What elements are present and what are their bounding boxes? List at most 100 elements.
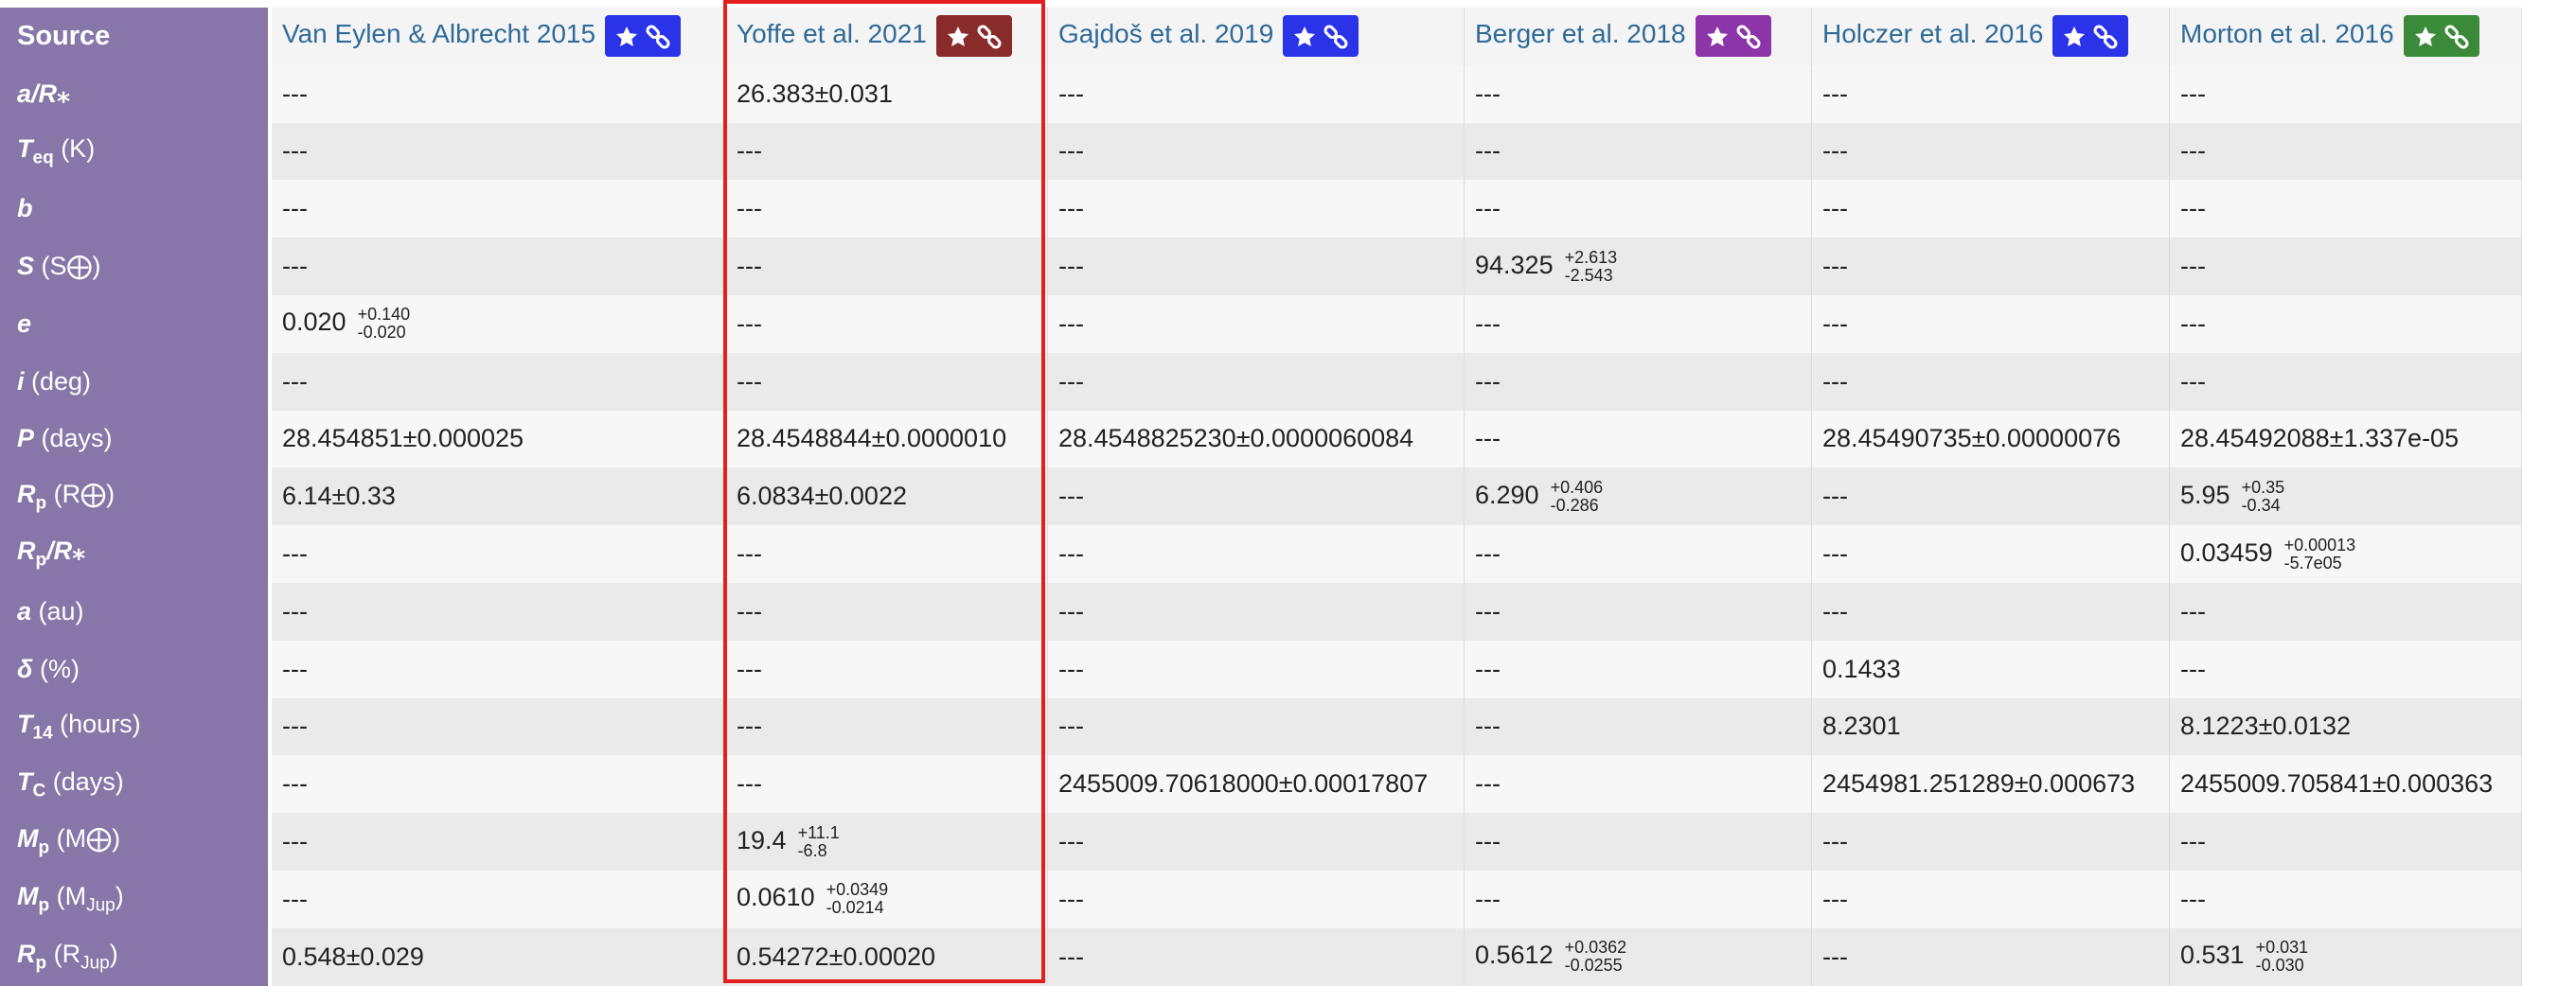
table-row: S (S⨁) --- --- --- 94.325 +2.613 -2.543 --- --- [0,238,2522,295]
parameter-symbol: δ [17,654,33,683]
parameter-unit: (hours) [52,709,141,738]
value-cell: --- [726,755,1048,814]
value: --- [282,827,308,856]
reference-badge[interactable] [2052,15,2129,58]
value-cell: --- [1048,180,1465,238]
value-cell: 0.531 +0.031 -0.030 [2170,927,2522,986]
value: 94.325 [1475,250,1554,279]
value: --- [737,596,762,625]
parameter-symbol: T [17,709,33,738]
value: --- [1475,308,1501,338]
table-row: Rp/R⁎ --- --- --- --- --- 0.03459 +0.00013 -5.7e… [0,525,2522,583]
value: --- [1475,827,1501,856]
parameter-comparison-panel: Source Van Eylen & Albrecht 2015 Yoffe et… [0,0,2576,986]
link-icon [1323,20,1349,51]
value-cell: --- [2170,352,2522,411]
value-cell: --- [1812,467,2170,526]
value: --- [1822,827,1848,856]
value-cell: --- [272,64,726,123]
value: 5.95 [2180,480,2230,509]
value: --- [1475,884,1501,913]
source-link[interactable]: Yoffe et al. 2021 [737,20,927,49]
value: 2455009.70618000±0.00017807 [1058,769,1429,799]
value-cell: --- [1048,525,1465,583]
link-icon [976,20,1003,51]
value: 6.14±0.33 [282,482,396,511]
source-link[interactable]: Morton et al. 2016 [2180,20,2394,49]
value-cell: 2455009.70618000±0.00017807 [1048,755,1465,814]
value-cell: --- [1048,640,1465,698]
source-link[interactable]: Holczer et al. 2016 [1822,20,2043,49]
table-row: Mp (MJup) --- 0.0610 +0.0349 -0.0214 --- --- --… [0,870,2522,928]
lower-error: -0.286 [1550,495,1599,515]
table-row: Teq (K) --- --- --- --- --- --- [0,122,2522,181]
value-cell: --- [2170,294,2522,353]
value: --- [1822,942,1848,971]
parameter-symbol: b [17,194,33,223]
parameter-label: Rp/R⁎ [0,525,272,583]
value: --- [282,79,308,108]
value: --- [737,366,762,396]
parameter-label: i (deg) [0,352,272,411]
parameter-subscript: p [38,895,50,916]
upper-error: +0.031 [2255,938,2309,958]
value-cell: --- [1465,640,1812,698]
reference-badge[interactable] [935,15,1012,58]
link-icon [645,20,671,51]
star-icon [1705,20,1730,51]
value-cell: 8.2301 [1812,697,2170,756]
reference-badge[interactable] [1695,15,1771,58]
value-cell: 19.4 +11.1 -6.8 [726,813,1048,871]
value-cell: 0.020 +0.140 -0.020 [272,294,726,353]
link-icon [1735,20,1762,51]
value-cell: --- [1465,870,1812,928]
value-cell: 0.54272±0.00020 [726,927,1048,986]
value: 2455009.705841±0.000363 [2180,769,2494,799]
value: 28.45492088±1.337e-05 [2180,424,2460,453]
source-link[interactable]: Van Eylen & Albrecht 2015 [282,20,595,49]
parameter-unit: (au) [31,596,84,625]
value-cell: --- [272,122,726,181]
value-cell: --- [1812,525,2170,583]
parameter-unit: (R⨁) [46,479,115,508]
reference-badge[interactable] [605,15,682,58]
value: --- [737,136,762,166]
parameter-table: Source Van Eylen & Albrecht 2015 Yoffe et… [0,8,2522,986]
value: 28.45490735±0.00000076 [1822,424,2122,453]
value: 28.4548825230±0.0000060084 [1058,424,1414,453]
upper-error: +0.406 [1550,477,1604,497]
table-row: TC (days) --- --- 2455009.70618000±0.000178… [0,755,2522,814]
value: --- [1475,654,1501,683]
value-cell: 0.0610 +0.0349 -0.0214 [726,870,1048,928]
value-cell: --- [272,238,726,295]
value: --- [1475,539,1501,569]
value: --- [1058,884,1084,913]
parameter-label: a (au) [0,582,272,641]
value-cell: --- [272,755,726,814]
value: --- [2180,884,2206,913]
value-cell: --- [1465,180,1812,238]
value: --- [2180,366,2206,396]
value-cell: --- [726,640,1048,698]
value: --- [1822,308,1848,338]
value-cell: --- [1048,927,1465,986]
reference-badge[interactable] [1283,15,1359,58]
parameter-unit: (M⨁) [49,824,121,854]
link-icon [2092,20,2119,51]
value: --- [1475,769,1501,799]
source-link[interactable]: Berger et al. 2018 [1475,20,1686,49]
value-cell: --- [1812,180,2170,238]
value-cell: 28.4548844±0.0000010 [726,410,1048,468]
asymmetric-error: +0.406 -0.286 [1550,477,1604,515]
value-cell: --- [1812,582,2170,641]
value-cell: --- [1812,813,2170,871]
parameter-label: a/R⁎ [0,64,272,123]
value-cell: --- [1048,467,1465,526]
source-link[interactable]: Gajdoš et al. 2019 [1058,20,1273,49]
value-cell: --- [726,294,1048,353]
lower-error: -2.543 [1564,265,1613,285]
parameter-unit: (days) [34,424,113,453]
value-cell: --- [2170,180,2522,238]
value-cell: --- [272,640,726,698]
reference-badge[interactable] [2403,15,2479,58]
